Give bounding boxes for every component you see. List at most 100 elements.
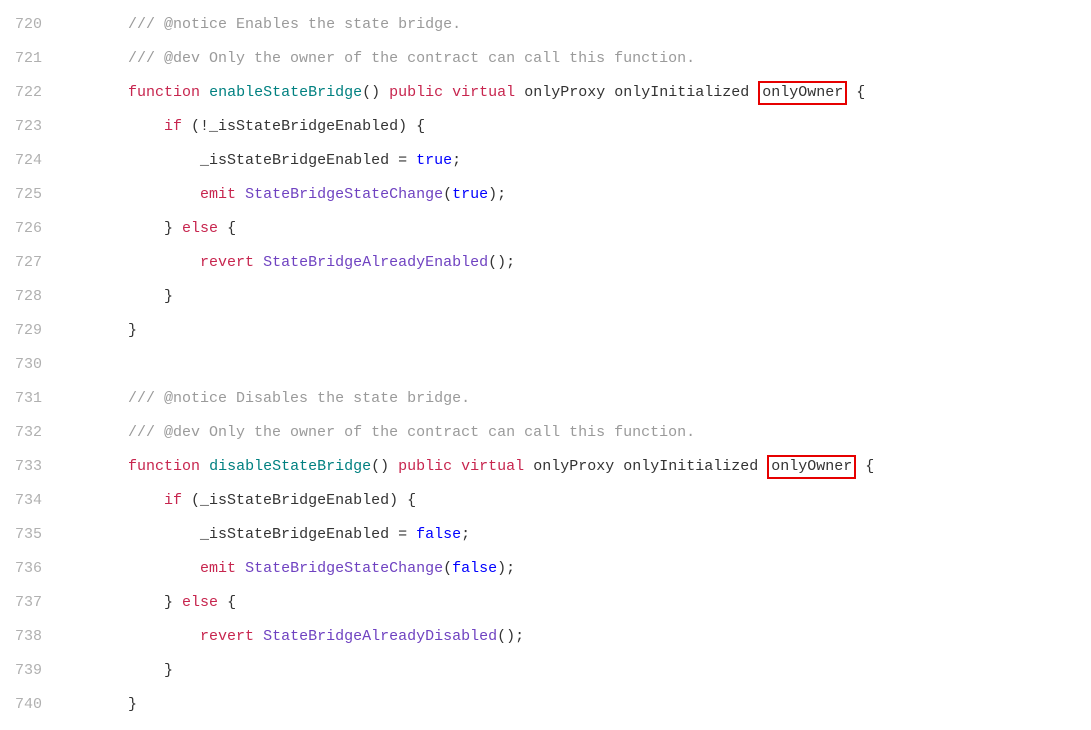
condition: (!_isStateBridgeEnabled) { <box>182 118 425 135</box>
brace-close: } <box>128 322 137 339</box>
line-number: 720 <box>15 8 42 42</box>
literal-true: true <box>452 186 488 203</box>
line-number: 722 <box>15 76 42 110</box>
error-name: StateBridgeAlreadyEnabled <box>263 254 488 271</box>
assignment-lhs: _isStateBridgeEnabled = <box>200 526 416 543</box>
code-line: } else { <box>92 586 874 620</box>
code-block: 720 721 722 723 724 725 726 727 728 729 … <box>0 0 1091 730</box>
code-content: /// @notice Enables the state bridge. //… <box>92 8 874 722</box>
code-line: function enableStateBridge() public virt… <box>92 76 874 110</box>
semicolon: ; <box>452 152 461 169</box>
event-name: StateBridgeStateChange <box>245 560 443 577</box>
brace-close: } <box>128 696 137 713</box>
parens: () <box>362 84 380 101</box>
code-line: revert StateBridgeAlreadyDisabled(); <box>92 620 874 654</box>
keyword-function: function <box>128 84 200 101</box>
keyword-else: else <box>182 594 218 611</box>
line-number: 724 <box>15 144 42 178</box>
line-number: 733 <box>15 450 42 484</box>
paren-close: ); <box>497 560 515 577</box>
paren-open: ( <box>443 560 452 577</box>
code-line: } <box>92 654 874 688</box>
assignment-lhs: _isStateBridgeEnabled = <box>200 152 416 169</box>
code-line: _isStateBridgeEnabled = false; <box>92 518 874 552</box>
keyword-emit: emit <box>200 186 236 203</box>
line-number: 731 <box>15 382 42 416</box>
code-line: /// @dev Only the owner of the contract … <box>92 416 874 450</box>
line-number-gutter: 720 721 722 723 724 725 726 727 728 729 … <box>0 8 92 722</box>
literal-true: true <box>416 152 452 169</box>
code-line: if (_isStateBridgeEnabled) { <box>92 484 874 518</box>
modifier: onlyProxy <box>524 84 605 101</box>
keyword-function: function <box>128 458 200 475</box>
line-number: 725 <box>15 178 42 212</box>
event-name: StateBridgeStateChange <box>245 186 443 203</box>
brace-close: } <box>164 662 173 679</box>
line-number: 728 <box>15 280 42 314</box>
literal-false: false <box>416 526 461 543</box>
keyword-virtual: virtual <box>461 458 524 475</box>
keyword-public: public <box>389 84 443 101</box>
line-number: 726 <box>15 212 42 246</box>
brace: { <box>847 84 865 101</box>
function-name: disableStateBridge <box>209 458 371 475</box>
code-line: emit StateBridgeStateChange(false); <box>92 552 874 586</box>
semicolon: ; <box>461 526 470 543</box>
keyword-public: public <box>398 458 452 475</box>
brace-open: { <box>218 220 236 237</box>
comment-text: /// @notice Disables the state bridge. <box>128 390 470 407</box>
keyword-revert: revert <box>200 254 254 271</box>
line-number: 730 <box>15 348 42 382</box>
keyword-if: if <box>164 118 182 135</box>
code-line: } <box>92 314 874 348</box>
keyword-emit: emit <box>200 560 236 577</box>
paren-close: ); <box>488 186 506 203</box>
keyword-if: if <box>164 492 182 509</box>
error-name: StateBridgeAlreadyDisabled <box>263 628 497 645</box>
line-number: 740 <box>15 688 42 722</box>
comment-text: /// @dev Only the owner of the contract … <box>128 50 695 67</box>
code-line: /// @notice Enables the state bridge. <box>92 8 874 42</box>
literal-false: false <box>452 560 497 577</box>
function-name: enableStateBridge <box>209 84 362 101</box>
paren-open: ( <box>443 186 452 203</box>
code-line: /// @dev Only the owner of the contract … <box>92 42 874 76</box>
code-line: } else { <box>92 212 874 246</box>
highlighted-modifier: onlyOwner <box>767 455 856 479</box>
line-number: 737 <box>15 586 42 620</box>
line-number: 729 <box>15 314 42 348</box>
line-number: 721 <box>15 42 42 76</box>
line-number: 738 <box>15 620 42 654</box>
line-number: 734 <box>15 484 42 518</box>
comment-text: /// @dev Only the owner of the contract … <box>128 424 695 441</box>
parens: () <box>371 458 389 475</box>
code-line: function disableStateBridge() public vir… <box>92 450 874 484</box>
parens-semi: (); <box>488 254 515 271</box>
highlighted-modifier: onlyOwner <box>758 81 847 105</box>
code-line: _isStateBridgeEnabled = true; <box>92 144 874 178</box>
keyword-else: else <box>182 220 218 237</box>
code-line: } <box>92 688 874 722</box>
line-number: 727 <box>15 246 42 280</box>
brace: { <box>856 458 874 475</box>
comment-text: /// @notice Enables the state bridge. <box>128 16 461 33</box>
line-number: 736 <box>15 552 42 586</box>
brace-open: { <box>218 594 236 611</box>
condition: (_isStateBridgeEnabled) { <box>182 492 416 509</box>
brace-close: } <box>164 594 182 611</box>
keyword-virtual: virtual <box>452 84 515 101</box>
code-line: if (!_isStateBridgeEnabled) { <box>92 110 874 144</box>
line-number: 732 <box>15 416 42 450</box>
code-line: /// @notice Disables the state bridge. <box>92 382 874 416</box>
modifier: onlyInitialized <box>614 84 749 101</box>
code-line: emit StateBridgeStateChange(true); <box>92 178 874 212</box>
parens-semi: (); <box>497 628 524 645</box>
code-line: revert StateBridgeAlreadyEnabled(); <box>92 246 874 280</box>
modifier: onlyInitialized <box>623 458 758 475</box>
line-number: 739 <box>15 654 42 688</box>
brace-close: } <box>164 288 173 305</box>
line-number: 723 <box>15 110 42 144</box>
code-line <box>92 348 874 382</box>
line-number: 735 <box>15 518 42 552</box>
keyword-revert: revert <box>200 628 254 645</box>
